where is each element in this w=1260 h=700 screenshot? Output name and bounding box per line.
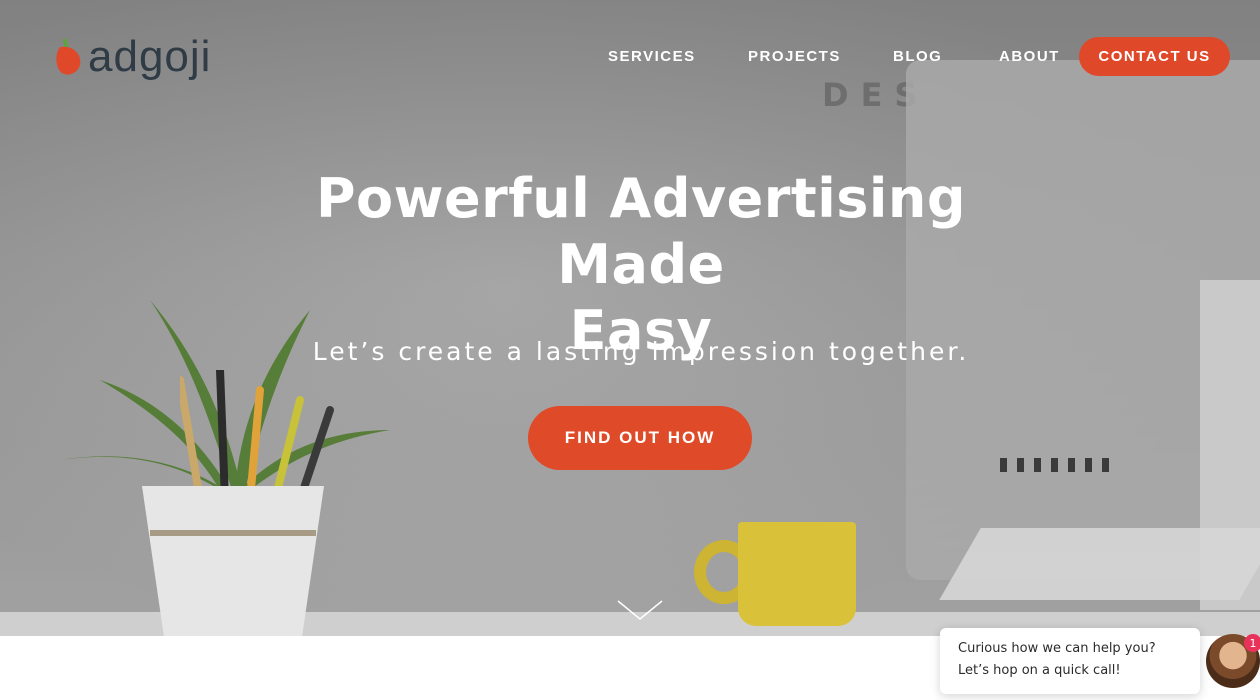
chat-message-bubble[interactable]: Curious how we can help you? Let’s hop o… xyxy=(940,628,1200,694)
plant-pot-illustration xyxy=(142,486,324,636)
chili-logo-icon xyxy=(56,38,81,75)
mug-illustration xyxy=(738,522,856,626)
logo-wordmark: adgoji xyxy=(88,32,212,81)
pot-twine-illustration xyxy=(150,530,316,536)
find-out-how-label: FIND OUT HOW xyxy=(564,428,716,447)
keyboard-illustration xyxy=(939,528,1260,600)
nav-blog[interactable]: BLOG xyxy=(893,48,942,66)
hero-subheadline: Let’s create a lasting impression togeth… xyxy=(312,337,970,366)
find-out-how-button[interactable]: FIND OUT HOW xyxy=(528,406,752,470)
nav-projects[interactable]: PROJECTS xyxy=(748,48,841,66)
adgoji-logo[interactable]: adgoji xyxy=(54,34,228,80)
nav-services[interactable]: SERVICES xyxy=(608,48,696,66)
contact-us-label: CONTACT US xyxy=(1098,48,1211,65)
chat-unread-badge: 1 xyxy=(1244,634,1260,652)
hero-headline-line1: Powerful Advertising Made xyxy=(315,167,967,296)
ports-illustration xyxy=(1000,458,1119,477)
chevron-down-icon[interactable] xyxy=(616,598,664,624)
pencils-illustration xyxy=(180,370,334,500)
contact-us-button[interactable]: CONTACT US xyxy=(1079,37,1230,76)
nav-about[interactable]: ABOUT xyxy=(999,48,1060,66)
